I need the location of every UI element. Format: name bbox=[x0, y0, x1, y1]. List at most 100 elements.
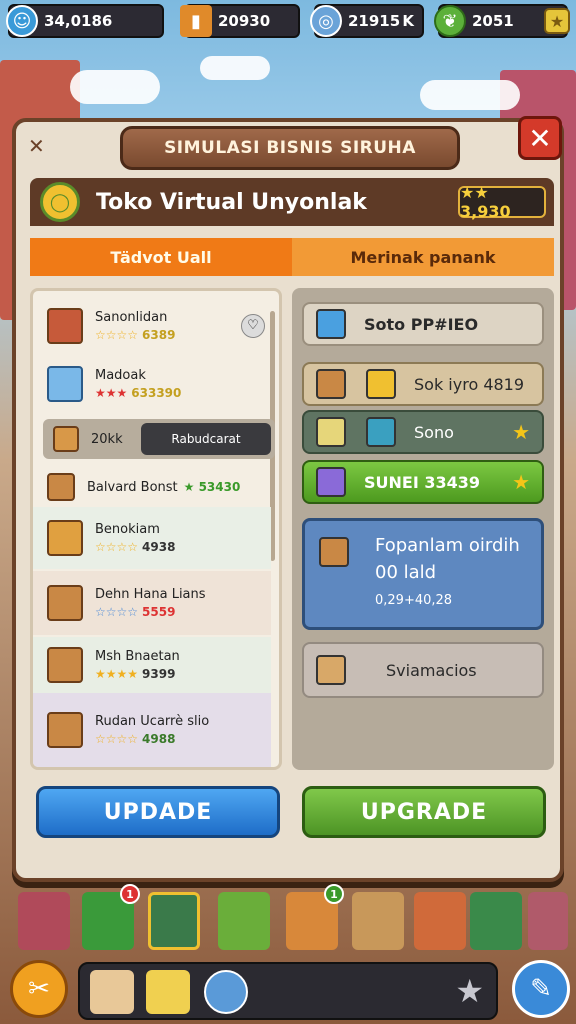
action-label: Sviamacios bbox=[386, 660, 477, 680]
book-icon: ▮ bbox=[180, 5, 212, 37]
item-price: 633390 bbox=[131, 386, 182, 400]
picture-icon bbox=[316, 309, 346, 339]
shop-logo-icon: ◯ bbox=[40, 182, 80, 222]
action-button-4[interactable]: SUNEI 33439 ★ bbox=[302, 460, 544, 504]
gems-mark: K bbox=[402, 12, 414, 30]
info-card[interactable]: Fopanlam oirdih 00 lald 0,29+40,28 bbox=[302, 518, 544, 630]
pen-icon[interactable] bbox=[204, 970, 248, 1014]
corner-ornament-icon: ✕ bbox=[28, 134, 45, 158]
item-price: 6389 bbox=[142, 328, 176, 342]
filter-button[interactable]: Rabudcarat bbox=[141, 423, 271, 455]
cheese-icon[interactable] bbox=[146, 970, 190, 1014]
cube-icon bbox=[366, 417, 396, 447]
crate-icon bbox=[47, 712, 83, 748]
item-name: Benokiam bbox=[95, 522, 160, 537]
item-stars: ★★★★ bbox=[95, 667, 139, 681]
cloud bbox=[420, 80, 520, 110]
info-icon[interactable]: ♡ bbox=[241, 314, 265, 338]
item-stars: ★★★ bbox=[95, 386, 128, 400]
update-button[interactable]: UPDADE bbox=[36, 786, 280, 838]
cloud bbox=[70, 70, 160, 104]
jar-icon[interactable] bbox=[528, 892, 568, 950]
rating-badge: ★★ 3,930 bbox=[458, 183, 546, 221]
item-name: Rudan Ucarrè slio bbox=[95, 714, 210, 729]
item-price: 5559 bbox=[142, 605, 176, 619]
storefront-icon[interactable] bbox=[148, 892, 200, 950]
star-icon[interactable]: ★ bbox=[455, 972, 484, 1010]
leaves-counter[interactable]: ❦ 2051 ★ bbox=[434, 4, 570, 38]
notification-badge: 1 bbox=[324, 884, 344, 904]
crate-icon bbox=[47, 308, 83, 344]
business-dialog: ✕ SIMULASI BISNIS SIRUHA ✕ ◯ Toko Virtua… bbox=[12, 116, 564, 882]
list-item[interactable]: Sanonlidan ☆☆☆☆ 6389 ♡ bbox=[33, 301, 273, 351]
item-stars: ☆☆☆☆ bbox=[95, 540, 139, 554]
tools-icon[interactable]: ✂ bbox=[10, 960, 68, 1018]
item-name: Dehn Hana Lians bbox=[95, 587, 206, 602]
crate-icon bbox=[316, 369, 346, 399]
notification-badge: 1 bbox=[120, 884, 140, 904]
item-price: 4988 bbox=[142, 732, 176, 746]
list-item[interactable]: Rudan Ucarrè slio ☆☆☆☆ 4988 bbox=[33, 693, 271, 767]
books-value: 20930 bbox=[218, 12, 271, 30]
crate-icon bbox=[47, 473, 75, 501]
shop-bag-icon[interactable] bbox=[18, 892, 70, 950]
tab-right[interactable]: Merinak panank bbox=[292, 238, 554, 276]
pet-icon[interactable] bbox=[218, 892, 270, 950]
info-line-2: 00 lald bbox=[375, 562, 437, 583]
action-button-5[interactable]: Sviamacios bbox=[302, 642, 544, 698]
close-button[interactable]: ✕ bbox=[518, 116, 562, 160]
bag-icon[interactable] bbox=[352, 892, 404, 950]
tab-left[interactable]: Tädvot Uall bbox=[30, 238, 292, 276]
action-button-2[interactable]: Sok iyro 4819 bbox=[302, 362, 544, 406]
mailbox-icon[interactable]: 1 bbox=[82, 884, 140, 950]
item-price: 4938 bbox=[142, 540, 176, 554]
crate-icon bbox=[47, 520, 83, 556]
filter-row: 20kk Rabudcarat bbox=[43, 419, 275, 459]
action-button-1[interactable]: Soto PP#IEO bbox=[302, 302, 544, 346]
coins-counter[interactable]: ☺ 34,0186 bbox=[6, 4, 164, 38]
list-item[interactable]: Madoak ★★★ 633390 bbox=[33, 359, 273, 409]
info-line-3: 0,29+40,28 bbox=[375, 593, 453, 608]
action-label: Soto PP#IEO bbox=[364, 314, 479, 334]
item-name: Madoak bbox=[95, 368, 146, 383]
edit-icon[interactable]: ✎ bbox=[512, 960, 570, 1018]
box-bag-icon[interactable]: 1 bbox=[286, 884, 344, 950]
item-stars: ☆☆☆☆ bbox=[95, 328, 139, 342]
tab-bar: Tädvot Uall Merinak panank bbox=[30, 238, 554, 276]
globe-icon: ◎ bbox=[310, 5, 342, 37]
coin-box-icon bbox=[366, 369, 396, 399]
crate-icon bbox=[47, 585, 83, 621]
parcel-icon[interactable] bbox=[414, 892, 466, 950]
bundle-item[interactable]: Balvard Bonst ★ 53430 bbox=[33, 467, 273, 507]
item-price: 9399 bbox=[142, 667, 176, 681]
action-button-3[interactable]: Sono ★ bbox=[302, 410, 544, 454]
shop-name: Toko Virtual Unyonlak bbox=[96, 189, 367, 215]
action-label: Sok iyro 4819 bbox=[414, 374, 525, 394]
product-list: Sanonlidan ☆☆☆☆ 6389 ♡ Madoak ★★★ 633390 2… bbox=[30, 288, 282, 770]
star-icon: ★ bbox=[512, 420, 530, 444]
list-item[interactable]: Dehn Hana Lians ☆☆☆☆ 5559 bbox=[33, 571, 271, 635]
bottom-dock: 1 1 ✂ ★ ✎ bbox=[0, 884, 576, 1024]
bundle-price: ★ 53430 bbox=[183, 480, 241, 494]
leaf-icon: ❦ bbox=[434, 5, 466, 37]
star-add-button[interactable]: ★ bbox=[544, 8, 570, 34]
item-name: Msh Bnaetan bbox=[95, 649, 180, 664]
shop-header: ◯ Toko Virtual Unyonlak ★★ 3,930 bbox=[30, 178, 554, 226]
box-icon bbox=[53, 426, 79, 452]
upgrade-button[interactable]: UPGRADE bbox=[302, 786, 546, 838]
info-line-1: Fopanlam oirdih bbox=[375, 535, 520, 556]
action-label: SUNEI 33439 bbox=[364, 472, 481, 492]
gems-counter[interactable]: ◎ 21915 K bbox=[310, 4, 424, 38]
bundle-name: Balvard Bonst bbox=[87, 479, 178, 495]
books-counter[interactable]: ▮ 20930 bbox=[180, 4, 300, 38]
list-item[interactable]: Benokiam ☆☆☆☆ 4938 bbox=[33, 507, 271, 569]
quick-bar: ★ bbox=[78, 962, 498, 1020]
box-icon bbox=[316, 417, 346, 447]
list-item[interactable]: Msh Bnaetan ★★★★ 9399 bbox=[33, 637, 271, 693]
dialog-title: SIMULASI BISNIS SIRUHA bbox=[120, 126, 460, 170]
action-label: Sono bbox=[414, 422, 454, 442]
frame-icon bbox=[316, 655, 346, 685]
drum-icon[interactable] bbox=[90, 970, 134, 1014]
item-stars: ☆☆☆☆ bbox=[95, 605, 139, 619]
book-icon[interactable] bbox=[470, 892, 522, 950]
